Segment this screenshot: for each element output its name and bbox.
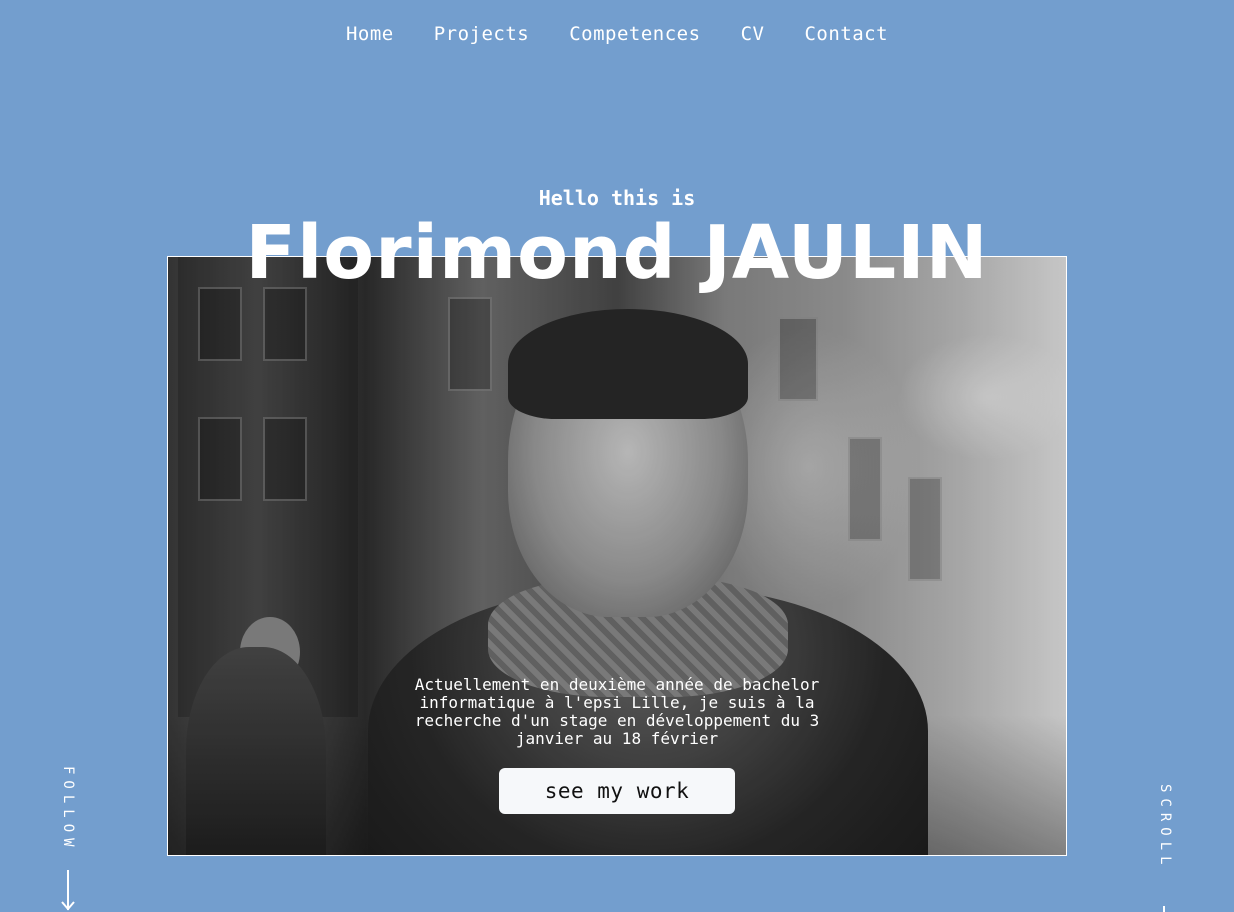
page: Home Projects Competences CV Contact Hel… [0, 0, 1234, 912]
nav-cv-link[interactable]: CV [721, 18, 785, 50]
nav-contact-link[interactable]: Contact [784, 18, 908, 50]
nav-projects-link[interactable]: Projects [414, 18, 550, 50]
main-nav: Home Projects Competences CV Contact [0, 18, 1234, 50]
intro-line: recherche d'un stage en développement du… [414, 711, 820, 730]
see-my-work-button[interactable]: see my work [499, 768, 735, 814]
hero-photo [167, 256, 1067, 856]
hero-greeting: Hello this is [538, 186, 696, 210]
follow-label: FOLLOW [60, 766, 76, 853]
intro-line: janvier au 18 février [515, 729, 719, 748]
photo-overlay [168, 257, 1066, 855]
hero-intro-text: Actuellement en deuxième année de bachel… [380, 676, 854, 748]
nav-competences-link[interactable]: Competences [549, 18, 720, 50]
hero-name: Florimond JAULIN [245, 210, 989, 296]
intro-line: informatique à l'epsi Lille, je suis à l… [419, 693, 815, 712]
scroll-label[interactable]: SCROLL [1157, 784, 1173, 871]
scroll-indicator [1163, 906, 1165, 912]
intro-line: Actuellement en deuxième année de bachel… [414, 675, 820, 694]
nav-home-link[interactable]: Home [326, 18, 414, 50]
arrow-down-icon[interactable] [60, 898, 76, 912]
